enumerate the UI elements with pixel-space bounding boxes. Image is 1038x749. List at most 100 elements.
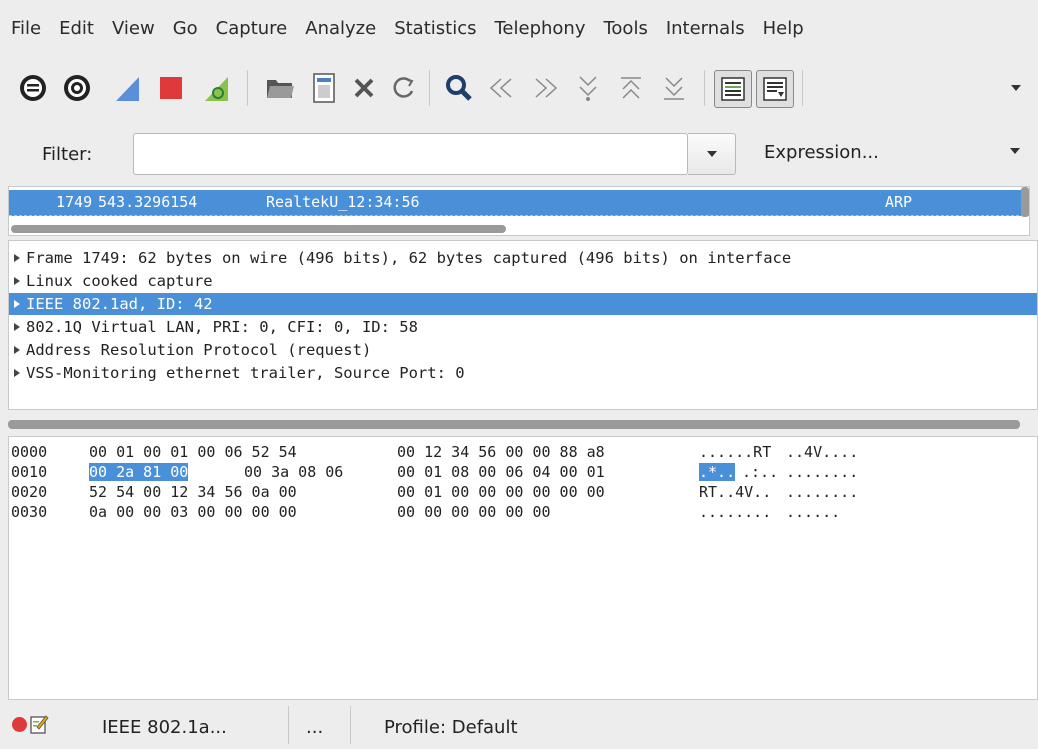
expand-triangle-icon[interactable]: [13, 322, 21, 332]
menu-telephony[interactable]: Telephony: [485, 18, 593, 39]
horizontal-scrollbar[interactable]: [11, 225, 506, 233]
menu-file[interactable]: File: [0, 18, 49, 39]
detail-frame[interactable]: Frame 1749: 62 bytes on wire (496 bits),…: [9, 247, 1037, 269]
toolbar-separator: [429, 70, 430, 106]
status-profile[interactable]: Profile: Default: [384, 717, 518, 738]
stop-capture-icon[interactable]: [153, 70, 189, 106]
expand-triangle-icon[interactable]: [13, 253, 21, 263]
detail-text: Address Resolution Protocol (request): [26, 341, 372, 359]
find-icon[interactable]: [441, 70, 477, 106]
bytes-hex-selected: 00 2a 81 00: [89, 463, 189, 481]
packet-source: RealtekU_12:34:56: [266, 193, 420, 211]
menu-view[interactable]: View: [103, 18, 163, 39]
bytes-hex: 00 3a 08 06: [244, 463, 344, 481]
status-separator: [350, 706, 351, 744]
packet-time: 543.3296154: [98, 193, 198, 211]
colorize-icon[interactable]: [714, 70, 752, 108]
pane-splitter[interactable]: [8, 420, 1020, 429]
menu-bar: File Edit View Go Capture Analyze Statis…: [0, 0, 1038, 56]
detail-text: Linux cooked capture: [26, 272, 213, 290]
bytes-row: 0020 52 54 00 12 34 56 0a 00 00 01 00 00…: [9, 483, 1029, 503]
menu-help[interactable]: Help: [754, 18, 812, 39]
chevron-down-icon[interactable]: [1008, 146, 1022, 156]
go-forward-icon[interactable]: [527, 70, 563, 106]
expand-triangle-icon[interactable]: [13, 368, 21, 378]
expand-triangle-icon[interactable]: [13, 345, 21, 355]
go-to-packet-icon[interactable]: [570, 70, 606, 106]
bytes-hex: 0a 00 00 03 00 00 00 00: [89, 503, 297, 521]
more-icon[interactable]: [998, 70, 1034, 106]
bytes-ascii: ......: [786, 503, 841, 521]
packet-bytes[interactable]: 0000 00 01 00 01 00 06 52 54 00 12 34 56…: [8, 436, 1038, 700]
bytes-offset: 0030: [11, 503, 48, 521]
menu-internals[interactable]: Internals: [657, 18, 753, 39]
menu-tools[interactable]: Tools: [594, 18, 655, 39]
menu-analyze[interactable]: Analyze: [296, 18, 384, 39]
interfaces-icon[interactable]: [15, 70, 51, 106]
bytes-hex: 00 01 00 00 00 00 00 00: [397, 483, 605, 501]
options-icon[interactable]: [59, 70, 95, 106]
packet-list[interactable]: 1749 543.3296154 RealtekU_12:34:56 ARP: [8, 186, 1030, 236]
expression-button[interactable]: Expression...: [764, 142, 879, 163]
reload-icon[interactable]: [386, 70, 422, 106]
bytes-ascii: ..4V....: [786, 443, 859, 461]
menu-capture[interactable]: Capture: [207, 18, 296, 39]
bytes-hex: 00 01 08 00 06 04 00 01: [397, 463, 605, 481]
bytes-offset: 0020: [11, 483, 48, 501]
detail-text: VSS-Monitoring ethernet trailer, Source …: [26, 364, 465, 382]
menu-edit[interactable]: Edit: [50, 18, 102, 39]
detail-arp[interactable]: Address Resolution Protocol (request): [9, 339, 1037, 361]
filter-label: Filter:: [42, 144, 93, 165]
bytes-offset: 0000: [11, 443, 48, 461]
open-file-icon[interactable]: [262, 70, 298, 106]
packet-row[interactable]: 1749 543.3296154 RealtekU_12:34:56 ARP: [9, 190, 1029, 216]
close-file-icon[interactable]: [346, 70, 382, 106]
bytes-ascii: ........: [786, 463, 859, 481]
bytes-hex: 00 00 00 00 00 00: [397, 503, 551, 521]
edit-comment-icon[interactable]: [29, 713, 49, 735]
bytes-row: 0010 00 2a 81 00 00 3a 08 06 00 01 08 00…: [9, 463, 1029, 483]
bytes-hex: 00 12 34 56 00 00 88 a8: [397, 443, 605, 461]
bytes-ascii: ........: [699, 503, 772, 521]
packet-protocol: ARP: [885, 193, 913, 211]
menu-statistics[interactable]: Statistics: [385, 18, 484, 39]
packet-no: 1749: [56, 193, 93, 211]
toolbar-separator: [704, 70, 705, 106]
bytes-hex: 00 01 00 01 00 06 52 54: [89, 443, 297, 461]
restart-capture-icon[interactable]: [199, 70, 235, 106]
toolbar-separator: [802, 70, 803, 106]
status-field: IEEE 802.1a...: [102, 717, 227, 738]
bytes-row: 0030 0a 00 00 03 00 00 00 00 00 00 00 00…: [9, 503, 1029, 523]
filter-bar: Filter: Expression...: [0, 124, 1038, 186]
save-file-icon[interactable]: [306, 70, 342, 106]
filter-input[interactable]: [133, 133, 688, 175]
detail-ieee-8021ad[interactable]: IEEE 802.1ad, ID: 42: [9, 293, 1037, 315]
status-bar: IEEE 802.1a... ... Profile: Default: [0, 700, 1038, 749]
detail-8021q-vlan[interactable]: 802.1Q Virtual LAN, PRI: 0, CFI: 0, ID: …: [9, 316, 1037, 338]
go-last-icon[interactable]: [656, 70, 692, 106]
bytes-ascii: ........: [786, 483, 859, 501]
bytes-hex: 52 54 00 12 34 56 0a 00: [89, 483, 297, 501]
detail-linux-cooked[interactable]: Linux cooked capture: [9, 270, 1037, 292]
detail-vss-trailer[interactable]: VSS-Monitoring ethernet trailer, Source …: [9, 362, 1037, 384]
capture-status-icon[interactable]: [12, 717, 27, 732]
filter-dropdown-button[interactable]: [688, 133, 736, 175]
status-packets: ...: [306, 717, 324, 738]
vertical-scrollbar[interactable]: [1021, 187, 1029, 217]
go-back-icon[interactable]: [484, 70, 520, 106]
detail-text: IEEE 802.1ad, ID: 42: [26, 295, 213, 313]
bytes-row: 0000 00 01 00 01 00 06 52 54 00 12 34 56…: [9, 443, 1029, 463]
status-separator: [288, 706, 289, 744]
main-toolbar: [0, 56, 1038, 124]
detail-text: Frame 1749: 62 bytes on wire (496 bits),…: [26, 249, 792, 267]
detail-text: 802.1Q Virtual LAN, PRI: 0, CFI: 0, ID: …: [26, 318, 418, 336]
start-capture-icon[interactable]: [110, 70, 146, 106]
bytes-ascii-selected: .*..: [699, 463, 736, 481]
bytes-ascii: RT..4V..: [699, 483, 772, 501]
auto-scroll-icon[interactable]: [756, 70, 794, 108]
chevron-down-icon: [706, 151, 717, 157]
expand-triangle-icon[interactable]: [13, 276, 21, 286]
expand-triangle-icon[interactable]: [13, 299, 21, 309]
go-first-icon[interactable]: [613, 70, 649, 106]
menu-go[interactable]: Go: [164, 18, 206, 39]
